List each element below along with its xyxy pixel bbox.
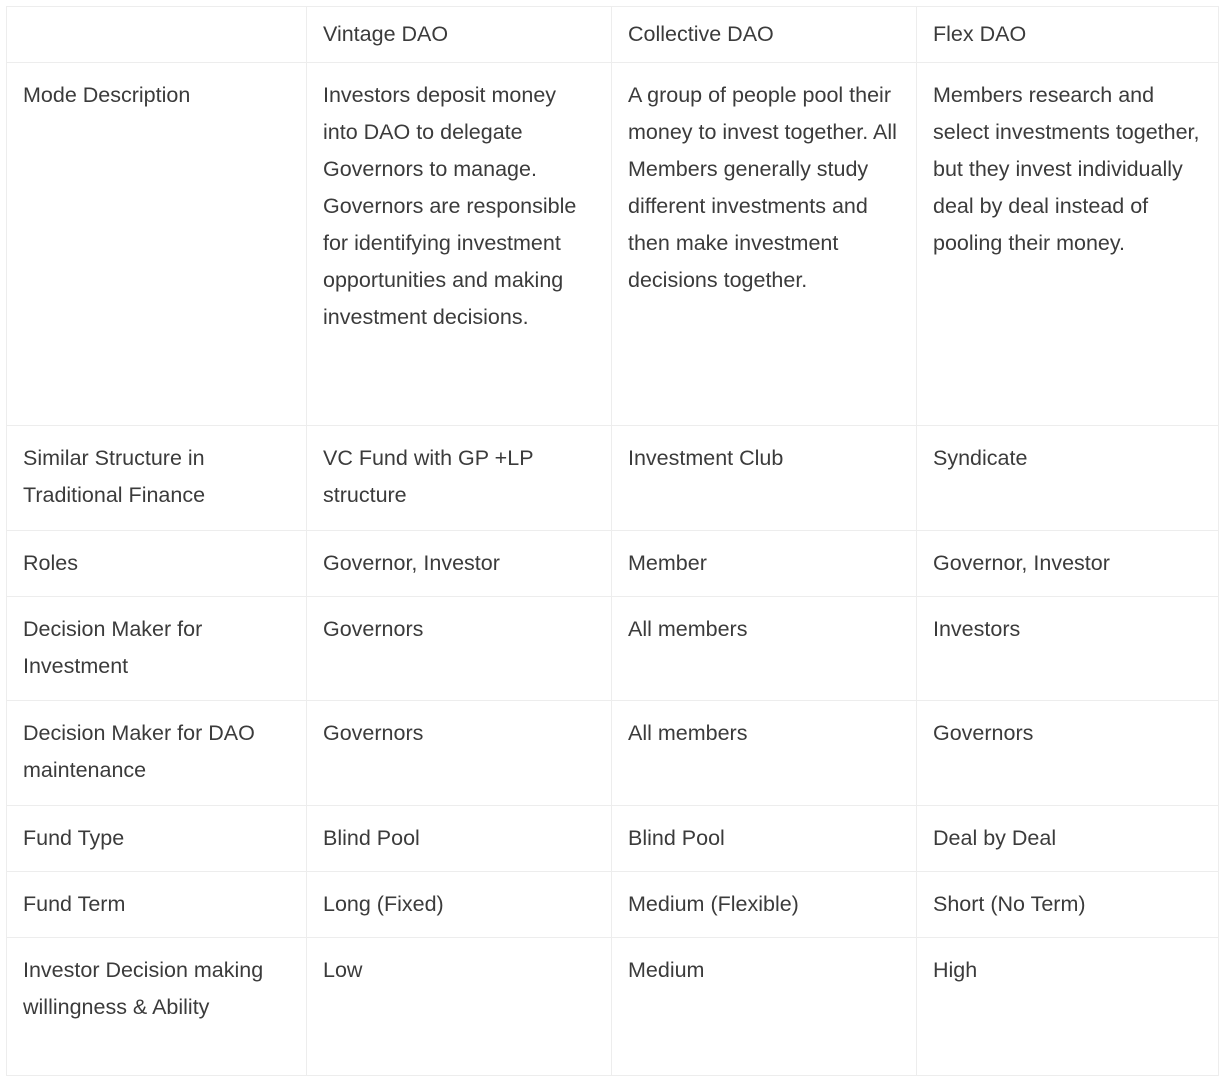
cell-decision-maker-investment-vintage: Governors: [306, 596, 612, 701]
cell-text: Blind Pool: [323, 826, 420, 850]
cell-text: Mode Description: [23, 83, 191, 107]
cell-fund-term-flex: Short (No Term): [916, 871, 1219, 938]
cell-mode-description-vintage: Investors deposit money into DAO to dele…: [306, 62, 612, 426]
cell-text: Members research and select investments …: [933, 83, 1200, 255]
row-label-decision-maker-investment: Decision Maker for Investment: [6, 596, 307, 701]
header-cell-collective-dao: Collective DAO: [611, 6, 917, 63]
header-cell-flex-dao: Flex DAO: [916, 6, 1219, 63]
cell-text: Decision Maker for DAO maintenance: [23, 721, 255, 782]
cell-fund-type-flex: Deal by Deal: [916, 805, 1219, 872]
cell-text: Investment Club: [628, 446, 784, 470]
table-body: Mode Description Investors deposit money…: [6, 62, 1219, 1076]
cell-text: Medium: [628, 958, 705, 982]
table-row: Fund Type Blind Pool Blind Pool Deal by …: [6, 805, 1219, 872]
cell-text: Governors: [323, 721, 424, 745]
table-row: Decision Maker for DAO maintenance Gover…: [6, 700, 1219, 806]
cell-text: VC Fund with GP +LP structure: [323, 446, 534, 507]
table-header: Vintage DAO Collective DAO Flex DAO: [6, 6, 1219, 63]
cell-text: Blind Pool: [628, 826, 725, 850]
table-row: Decision Maker for Investment Governors …: [6, 596, 1219, 701]
cell-fund-term-vintage: Long (Fixed): [306, 871, 612, 938]
cell-similar-structure-flex: Syndicate: [916, 425, 1219, 531]
cell-mode-description-flex: Members research and select investments …: [916, 62, 1219, 426]
cell-text: Decision Maker for Investment: [23, 617, 203, 678]
cell-text: Long (Fixed): [323, 892, 444, 916]
cell-similar-structure-vintage: VC Fund with GP +LP structure: [306, 425, 612, 531]
cell-text: Fund Term: [23, 892, 126, 916]
cell-text: A group of people pool their money to in…: [628, 83, 897, 292]
header-cell-vintage-dao: Vintage DAO: [306, 6, 612, 63]
cell-investor-decision-making-flex: High: [916, 937, 1219, 1076]
table-header-row: Vintage DAO Collective DAO Flex DAO: [6, 6, 1219, 63]
cell-text: Short (No Term): [933, 892, 1086, 916]
table-row: Mode Description Investors deposit money…: [6, 62, 1219, 426]
row-label-mode-description: Mode Description: [6, 62, 307, 426]
cell-decision-maker-dao-maintenance-vintage: Governors: [306, 700, 612, 806]
cell-text: Similar Structure in Traditional Finance: [23, 446, 206, 507]
cell-roles-collective: Member: [611, 530, 917, 597]
cell-text: Investors: [933, 617, 1021, 641]
cell-text: All members: [628, 617, 748, 641]
cell-similar-structure-collective: Investment Club: [611, 425, 917, 531]
header-cell-attribute: [6, 6, 307, 63]
cell-roles-vintage: Governor, Investor: [306, 530, 612, 597]
cell-text: Investors deposit money into DAO to dele…: [323, 83, 577, 329]
cell-text: Fund Type: [23, 826, 125, 850]
cell-text: Governors: [323, 617, 424, 641]
cell-text: Member: [628, 551, 707, 575]
row-label-decision-maker-dao-maintenance: Decision Maker for DAO maintenance: [6, 700, 307, 806]
cell-decision-maker-dao-maintenance-flex: Governors: [916, 700, 1219, 806]
row-label-similar-structure: Similar Structure in Traditional Finance: [6, 425, 307, 531]
row-label-fund-type: Fund Type: [6, 805, 307, 872]
table-row: Fund Term Long (Fixed) Medium (Flexible)…: [6, 871, 1219, 938]
cell-text: Roles: [23, 551, 78, 575]
cell-text: Medium (Flexible): [628, 892, 799, 916]
dao-modes-comparison-table: Vintage DAO Collective DAO Flex DAO Mode…: [6, 6, 1219, 1076]
cell-decision-maker-investment-collective: All members: [611, 596, 917, 701]
table-row: Investor Decision making willingness & A…: [6, 937, 1219, 1076]
cell-text: Low: [323, 958, 363, 982]
cell-decision-maker-investment-flex: Investors: [916, 596, 1219, 701]
row-label-fund-term: Fund Term: [6, 871, 307, 938]
cell-text: Governors: [933, 721, 1034, 745]
table-row: Similar Structure in Traditional Finance…: [6, 425, 1219, 531]
row-label-roles: Roles: [6, 530, 307, 597]
comparison-table-container: Vintage DAO Collective DAO Flex DAO Mode…: [6, 6, 1219, 1076]
cell-text: Governor, Investor: [933, 551, 1110, 575]
cell-fund-type-collective: Blind Pool: [611, 805, 917, 872]
cell-investor-decision-making-vintage: Low: [306, 937, 612, 1076]
cell-text: All members: [628, 721, 748, 745]
row-label-investor-decision-making: Investor Decision making willingness & A…: [6, 937, 307, 1076]
table-row: Roles Governor, Investor Member Governor…: [6, 530, 1219, 597]
cell-roles-flex: Governor, Investor: [916, 530, 1219, 597]
cell-text: Syndicate: [933, 446, 1028, 470]
cell-text: Governor, Investor: [323, 551, 500, 575]
cell-investor-decision-making-collective: Medium: [611, 937, 917, 1076]
cell-fund-type-vintage: Blind Pool: [306, 805, 612, 872]
cell-decision-maker-dao-maintenance-collective: All members: [611, 700, 917, 806]
cell-text: Deal by Deal: [933, 826, 1057, 850]
cell-fund-term-collective: Medium (Flexible): [611, 871, 917, 938]
cell-text: High: [933, 958, 978, 982]
cell-text: Investor Decision making willingness & A…: [23, 958, 264, 1019]
cell-mode-description-collective: A group of people pool their money to in…: [611, 62, 917, 426]
